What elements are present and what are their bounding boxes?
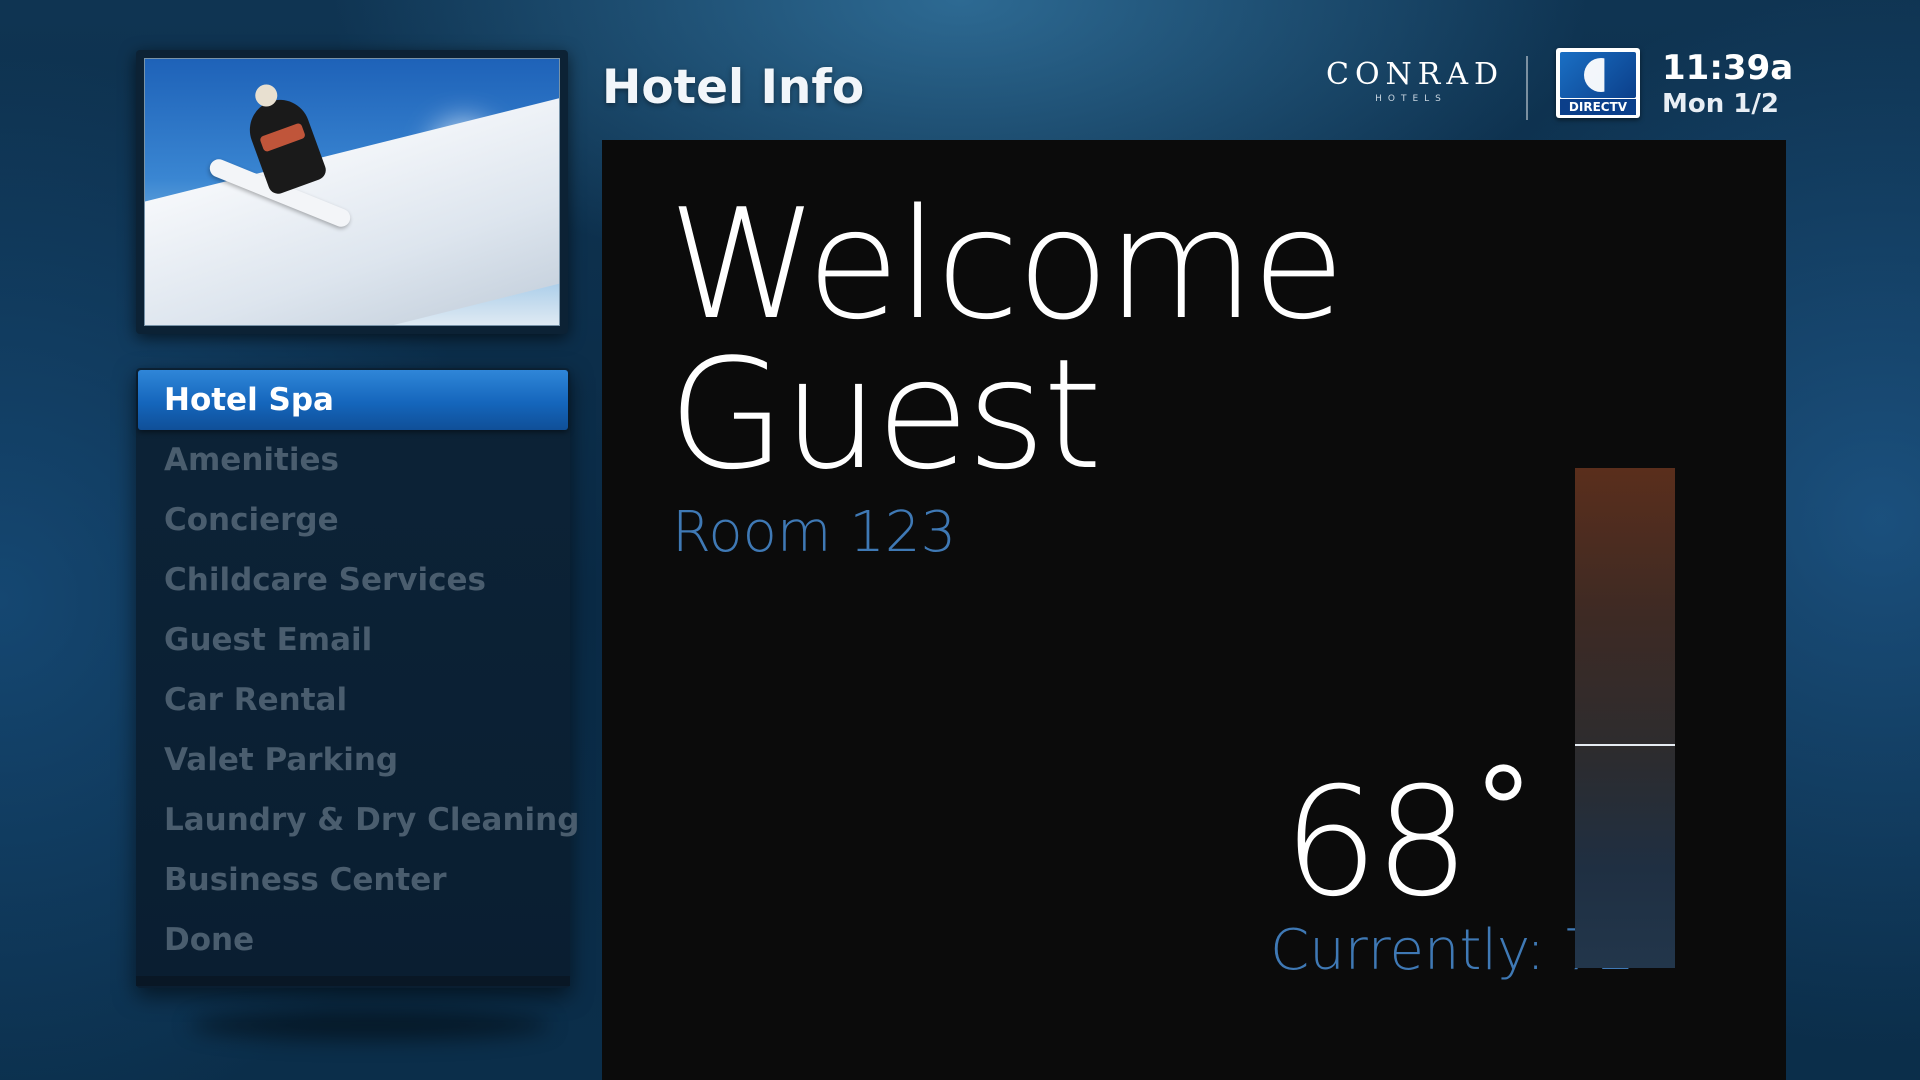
conrad-hotels-logo: CONRAD HOTELS <box>1326 57 1505 105</box>
menu-item-amenities[interactable]: Amenities <box>136 430 570 490</box>
clock: 11:39a Mon 1/2 <box>1662 48 1793 120</box>
welcome-panel: Welcome Guest Room 123 68˚ Currently: 72… <box>602 140 1786 1080</box>
menu-item-hotel-spa[interactable]: Hotel Spa <box>138 370 568 430</box>
hotel-info-menu: Hotel Spa Amenities Concierge Childcare … <box>136 368 579 988</box>
room-number: Room 123 <box>672 500 957 565</box>
header-divider <box>1526 56 1528 120</box>
menu-item-guest-email[interactable]: Guest Email <box>136 610 570 670</box>
page-title: Hotel Info <box>602 60 865 115</box>
menu-item-concierge[interactable]: Concierge <box>136 490 570 550</box>
thermostat-slider[interactable] <box>1575 468 1675 968</box>
menu-item-done[interactable]: Done <box>136 910 570 970</box>
menu-shadow <box>190 1010 550 1040</box>
welcome-line-2: Guest <box>668 326 1102 503</box>
menu-bottom-bar <box>136 976 570 986</box>
set-temperature[interactable]: 68˚ <box>1270 768 1550 918</box>
thermostat-marker[interactable] <box>1575 744 1675 746</box>
brand-sub: HOTELS <box>1375 94 1447 104</box>
brand-name: CONRAD <box>1326 57 1505 92</box>
clock-date: Mon 1/2 <box>1662 89 1779 119</box>
welcome-heading: Welcome Guest <box>668 176 1345 503</box>
welcome-line-1: Welcome <box>668 176 1345 353</box>
directv-logo: DIRECTV <box>1556 48 1640 118</box>
menu-item-valet-parking[interactable]: Valet Parking <box>136 730 570 790</box>
preview-window <box>136 50 568 334</box>
menu-item-laundry-dry-cleaning[interactable]: Laundry & Dry Cleaning <box>136 790 579 850</box>
preview-image <box>144 58 560 326</box>
menu-item-business-center[interactable]: Business Center <box>136 850 570 910</box>
menu-item-car-rental[interactable]: Car Rental <box>136 670 570 730</box>
snow-slope-shape <box>145 83 559 325</box>
directv-mark-icon <box>1560 52 1636 98</box>
menu-item-childcare-services[interactable]: Childcare Services <box>136 550 570 610</box>
clock-time: 11:39a <box>1662 48 1794 88</box>
provider-logo-text: DIRECTV <box>1560 99 1636 115</box>
